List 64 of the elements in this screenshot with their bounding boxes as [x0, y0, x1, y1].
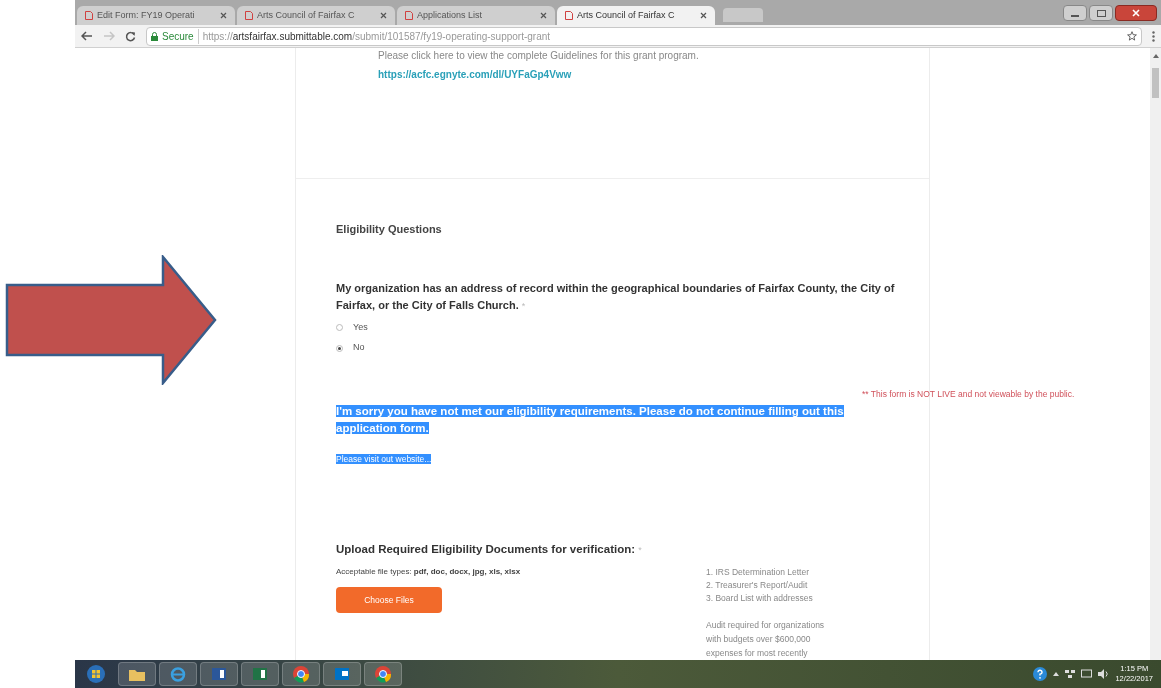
tab-title: Arts Council of Fairfax C [257, 8, 356, 22]
help-icon[interactable] [1033, 667, 1048, 681]
minimize-button[interactable] [1063, 5, 1087, 21]
browser-tab[interactable]: Arts Council of Fairfax C [237, 6, 395, 25]
maximize-button[interactable] [1089, 5, 1113, 21]
notice-text: ** This form is NOT LIVE and not viewable by the public. [862, 388, 1075, 401]
browser-tab[interactable]: Arts Council of Fairfax C [557, 6, 715, 25]
taskbar-button[interactable] [323, 662, 361, 686]
address-bar[interactable]: Secure https://artsfairfax.submittable.com/submit/101587/fy19-operating-support-grant [146, 26, 1142, 46]
round-logo-icon [291, 664, 311, 684]
guidelines-text: Please click here to view the complete Guidelines for this grant program. [378, 50, 700, 62]
close-icon[interactable] [540, 12, 547, 19]
page-icon [85, 11, 93, 20]
browser-tab[interactable]: Edit Form: FY19 Operati [77, 6, 235, 25]
taskbar-button[interactable] [282, 662, 320, 686]
radio-option[interactable]: Yes [336, 320, 368, 335]
website-link[interactable]: Please visit out website... [336, 453, 432, 464]
bookmark-star-icon[interactable] [1127, 31, 1137, 41]
taskbar-button[interactable] [118, 662, 156, 686]
page-icon [245, 11, 253, 20]
close-icon [1132, 9, 1140, 17]
document-list-item: 3. Board List with addresses [706, 592, 814, 605]
scroll-up-icon[interactable] [1152, 54, 1159, 58]
close-icon[interactable] [380, 12, 387, 19]
tab-title: Arts Council of Fairfax C [577, 8, 676, 22]
url-text: https://artsfairfax.submittable.com/submit/101587/fy19-operating-support-grant [202, 29, 551, 44]
document-list-item: 2. Treasurer's Report/Audit [706, 579, 809, 592]
upload-title: Upload Required Eligibility Documents for verification: * [336, 541, 643, 557]
reload-icon[interactable] [125, 30, 136, 42]
round-logo-icon [373, 664, 393, 684]
tab-title: Applications List [417, 8, 484, 22]
scrollbar[interactable] [1150, 48, 1161, 660]
back-icon[interactable] [81, 31, 93, 41]
close-icon[interactable] [220, 12, 227, 19]
speaker-icon[interactable] [1098, 669, 1110, 679]
start-orb-icon [86, 664, 106, 684]
scroll-thumb[interactable] [1152, 68, 1159, 98]
file-types-text: Acceptable file types: pdf, doc, docx, jpg, xls, xlsx [336, 566, 522, 578]
tab-title: Edit Form: FY19 Operati [97, 8, 196, 22]
secure-label: Secure [162, 28, 199, 44]
taskbar-button[interactable] [200, 662, 238, 686]
monitor-icon[interactable] [1081, 669, 1093, 679]
guidelines-link[interactable]: https://acfc.egnyte.com/dl/UYFaGp4Vww [378, 67, 847, 82]
audit-note-line: expenses for most recently [706, 647, 809, 660]
show-hidden-icon[interactable] [1053, 672, 1060, 676]
close-button[interactable] [1115, 5, 1157, 21]
browser-e-icon [168, 664, 188, 684]
network-icon[interactable] [1065, 669, 1076, 679]
browser-tab[interactable]: Applications List [397, 6, 555, 25]
audit-note-line: Audit required for organizations [706, 619, 825, 632]
page-icon [565, 11, 573, 20]
menu-icon[interactable] [1152, 30, 1155, 42]
taskbar-button[interactable] [364, 662, 402, 686]
choose-files-button[interactable]: Choose Files [336, 587, 442, 613]
document-list-item: 1. IRS Determination Letter [706, 566, 810, 579]
audit-note-line: with budgets over $600,000 [706, 633, 812, 646]
page-icon [405, 11, 413, 20]
close-icon[interactable] [700, 12, 707, 19]
lock-icon [151, 31, 158, 41]
question-text: My organization has an address of record within the geographical boundaries of Fairfax County, the City of Fairfax, or the City of Falls Church. * [336, 280, 896, 313]
radio-option[interactable]: No [336, 341, 365, 355]
section-title: Eligibility Questions [336, 222, 443, 238]
eligibility-message: I'm sorry you have not met our eligibility requirements. Please do not continue filling out this application form. [336, 403, 845, 436]
taskbar-button[interactable] [241, 662, 279, 686]
